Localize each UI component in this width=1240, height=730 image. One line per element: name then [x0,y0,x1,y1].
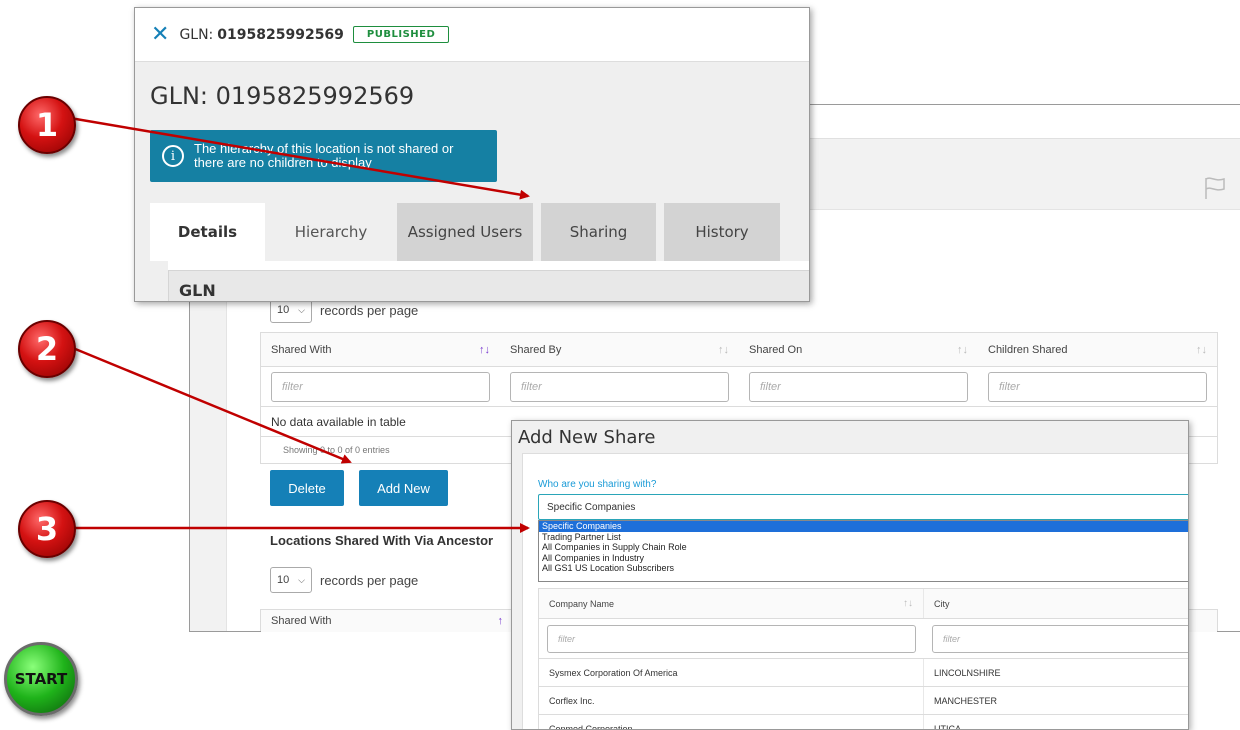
step-2-marker: 2 [18,320,76,378]
records-per-page-select[interactable]: 10 ⌵ [270,567,312,593]
chevron-down-icon: ⌵ [298,574,305,585]
column-label: Shared With [271,615,332,627]
column-header-company-name[interactable]: Company Name ↑↓ [539,589,924,618]
share-target-options: Specific Companies Trading Partner List … [538,520,1188,582]
gln-header-label: GLN: [179,26,214,43]
share-target-label: Who are you sharing with? [538,479,657,490]
company-name-cell: Corflex Inc. [539,687,924,714]
close-icon[interactable]: ✕ [151,23,169,46]
add-new-button[interactable]: Add New [359,470,448,506]
filter-input-shared-by[interactable]: filter [510,372,729,402]
option-location-subscribers[interactable]: All GS1 US Location Subscribers [539,563,1188,574]
page-title: GLN: 0195825992569 [150,82,415,110]
sort-icon[interactable]: ↑↓ [718,344,729,356]
alert-line: there are no children to display [194,155,372,170]
option-trading-partner-list[interactable]: Trading Partner List [539,532,1188,543]
table-row[interactable]: Corflex Inc. MANCHESTER [539,687,1188,715]
company-table: Company Name ↑↓ City filter filter Sysme… [538,588,1188,730]
share-target-select[interactable]: Specific Companies [538,494,1188,520]
filter-row: filter filter filter filter [261,367,1217,407]
column-label: Company Name [549,598,615,609]
records-per-page-value: 10 [277,304,290,316]
dialog-body: Who are you sharing with? Specific Compa… [522,453,1188,730]
step-1-marker: 1 [18,96,76,154]
column-header-children-shared[interactable]: Children Shared ↑↓ [978,333,1217,366]
company-name-cell: Conmed Corporation [539,715,924,729]
gln-header-number: 0195825992569 [217,26,344,43]
status-badge: PUBLISHED [352,26,450,43]
start-button[interactable]: START [4,642,78,716]
company-name-cell: Sysmex Corporation Of America [539,659,924,686]
gln-section-header: GLN [168,270,809,301]
company-city-cell: MANCHESTER [934,695,998,706]
tab-details[interactable]: Details [150,203,265,261]
option-supply-chain-role[interactable]: All Companies in Supply Chain Role [539,542,1188,553]
filter-input-city[interactable]: filter [932,625,1188,653]
hierarchy-alert: i The hierarchy of this location is not … [150,130,497,182]
records-per-page-value: 10 [277,574,290,586]
tab-assigned-users[interactable]: Assigned Users [397,203,533,261]
column-header-city[interactable]: City [924,589,1188,618]
flag-icon[interactable] [1202,175,1228,201]
step-3-marker: 3 [18,500,76,558]
column-header-shared-with[interactable]: Shared With ↑↓ [261,333,500,366]
company-city-cell: LINCOLNSHIRE [934,667,1001,678]
ancestor-section-title: Locations Shared With Via Ancestor [270,533,494,548]
column-label: Shared With [271,343,332,356]
table-header: Shared With ↑↓ Shared By ↑↓ Shared On ↑↓… [261,333,1217,367]
table-header: Company Name ↑↓ City [539,589,1188,619]
chevron-down-icon: ⌵ [298,304,305,315]
column-label: Shared By [510,343,562,356]
table-row[interactable]: Sysmex Corporation Of America LINCOLNSHI… [539,659,1188,687]
records-per-page-label: records per page [320,572,419,588]
company-city-cell: UTICA [934,723,961,730]
info-icon: i [162,145,184,167]
column-header-shared-with[interactable]: Shared With ↑ [261,610,513,632]
option-industry[interactable]: All Companies in Industry [539,553,1188,564]
tab-sharing[interactable]: Sharing [541,203,656,261]
add-new-share-dialog: Add New Share Who are you sharing with? … [511,420,1189,730]
option-specific-companies[interactable]: Specific Companies [539,521,1188,532]
alert-line: The hierarchy of this location is not sh… [194,140,454,156]
ancestor-records-per-page: 10 ⌵ records per page [270,567,418,593]
sort-icon[interactable]: ↑↓ [1196,344,1207,356]
sort-asc-icon[interactable]: ↑↓ [479,344,490,356]
filter-input-shared-on[interactable]: filter [749,372,968,402]
alert-text: The hierarchy of this location is not sh… [194,140,454,171]
sort-icon[interactable]: ↑↓ [903,598,913,609]
records-per-page-label: records per page [320,302,419,318]
delete-button[interactable]: Delete [270,470,344,506]
sort-asc-icon[interactable]: ↑ [498,615,504,627]
tab-hierarchy[interactable]: Hierarchy [266,203,396,261]
filter-row: filter filter [539,619,1188,659]
sort-icon[interactable]: ↑↓ [957,344,968,356]
gln-panel-header: ✕ GLN: 0195825992569 PUBLISHED [135,8,809,62]
column-header-shared-by[interactable]: Shared By ↑↓ [500,333,739,366]
filter-input-company-name[interactable]: filter [547,625,916,653]
column-label: Children Shared [988,343,1068,356]
dialog-title: Add New Share [518,427,656,448]
filter-input-shared-with[interactable]: filter [271,372,490,402]
gln-detail-panel: ✕ GLN: 0195825992569 PUBLISHED GLN: 0195… [134,7,810,302]
filter-input-children-shared[interactable]: filter [988,372,1207,402]
tab-history[interactable]: History [664,203,780,261]
column-label: City [934,598,950,609]
column-label: Shared On [749,343,803,356]
column-header-shared-on[interactable]: Shared On ↑↓ [739,333,978,366]
table-row[interactable]: Conmed Corporation UTICA [539,715,1188,730]
